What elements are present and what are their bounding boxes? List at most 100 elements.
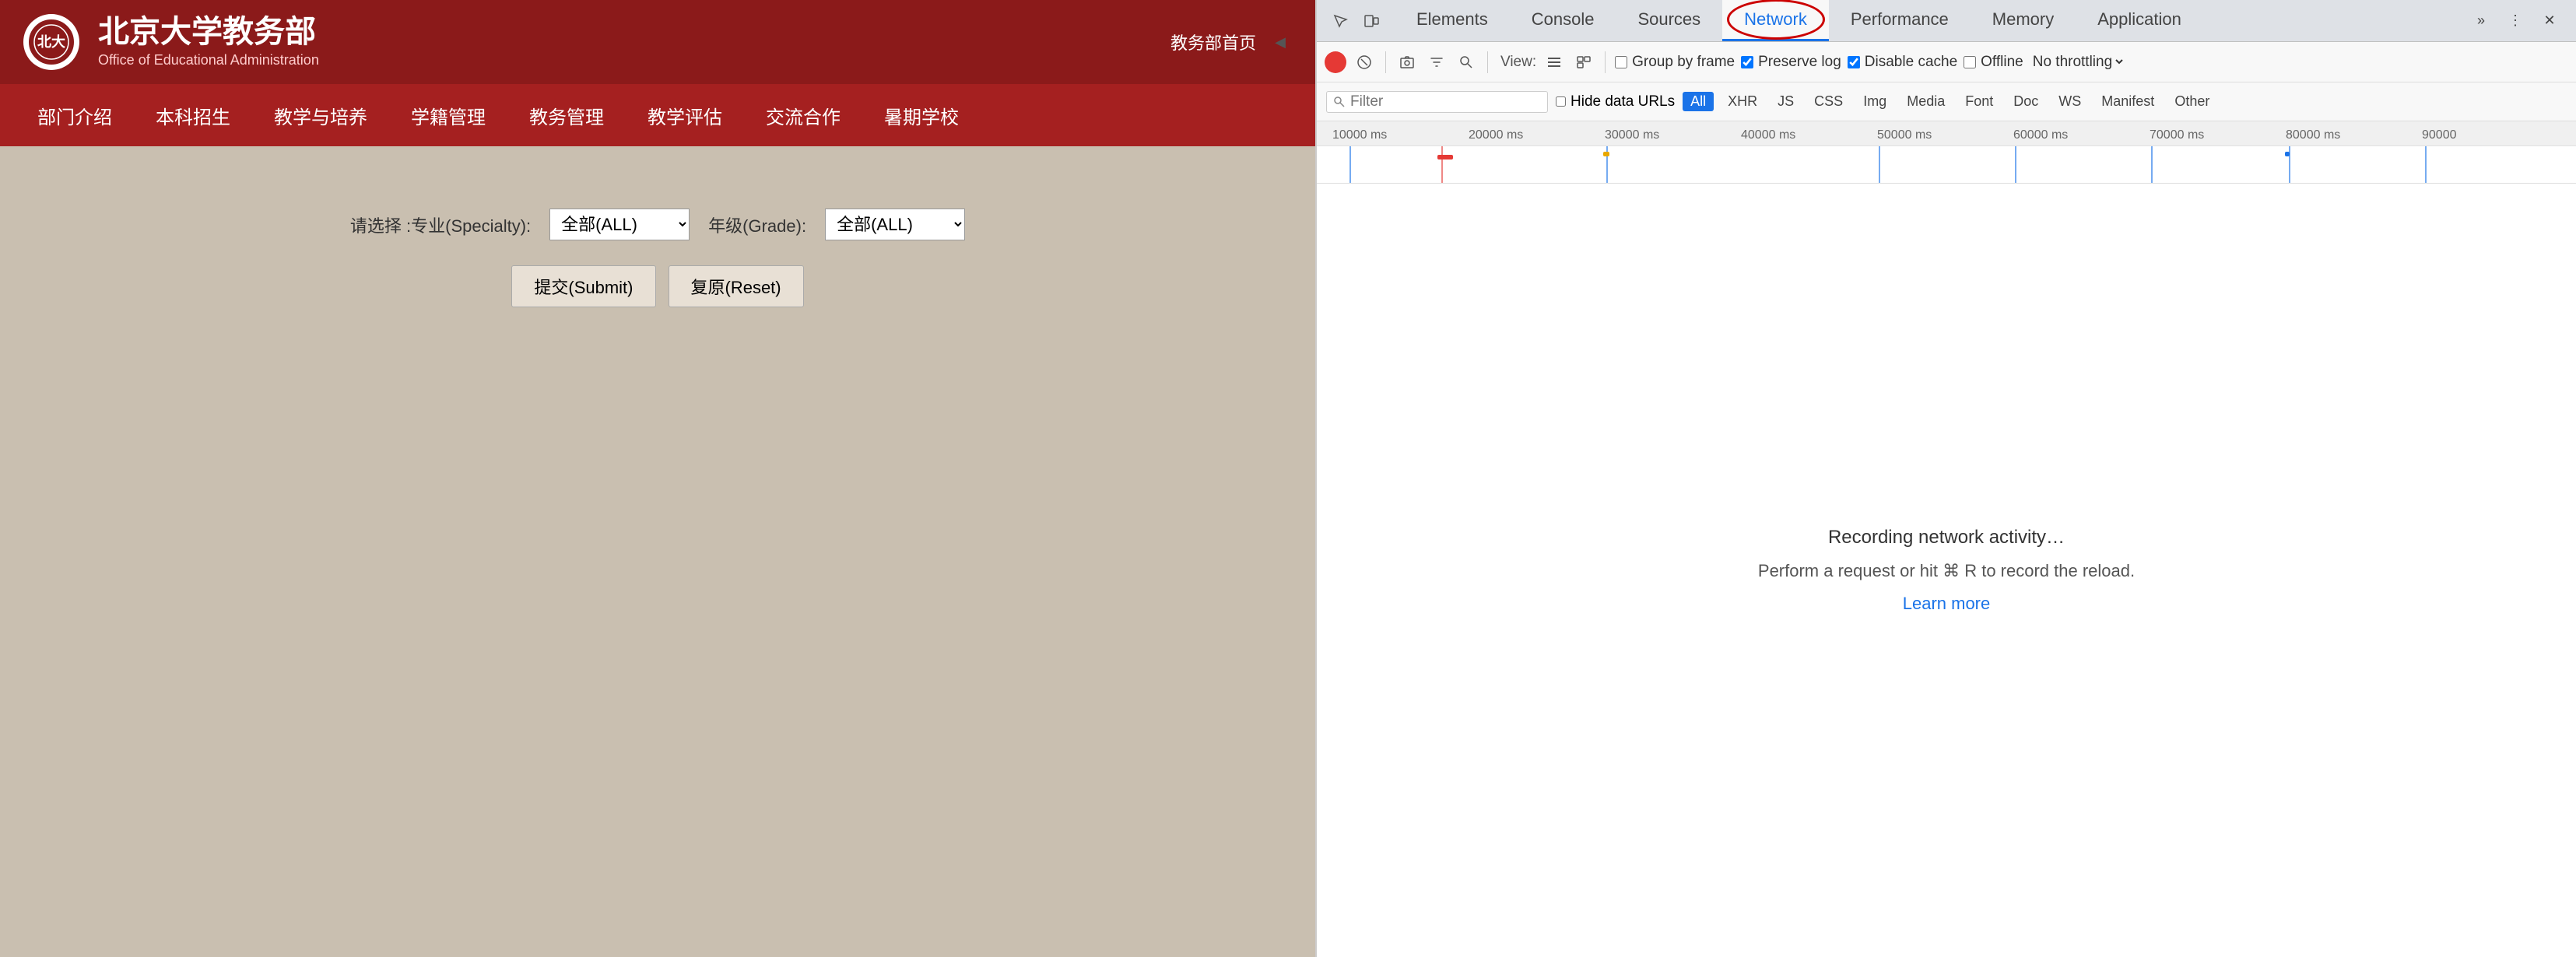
site-nav: 部门介绍 本科招生 教学与培养 学籍管理 教务管理 教学评估 交流合作 暑期学校 bbox=[0, 84, 1315, 146]
filter-xhr[interactable]: XHR bbox=[1721, 92, 1764, 111]
learn-more-link[interactable]: Learn more bbox=[1903, 594, 1991, 614]
filter-font[interactable]: Font bbox=[1959, 92, 1999, 111]
nav-item-eval[interactable]: 教学评估 bbox=[626, 84, 744, 146]
clear-icon[interactable] bbox=[1353, 51, 1376, 74]
tick-50000: 50000 ms bbox=[1877, 128, 1932, 142]
waterfall-line-5 bbox=[2015, 146, 2016, 184]
filter-all-btn[interactable]: All bbox=[1683, 92, 1714, 111]
tick-80000: 80000 ms bbox=[2286, 128, 2340, 142]
tab-icons bbox=[1317, 0, 1395, 41]
tick-10000: 10000 ms bbox=[1332, 128, 1387, 142]
timeline-waterfall bbox=[1317, 146, 2576, 184]
group-by-frame-checkbox[interactable] bbox=[1615, 56, 1627, 68]
filter-media[interactable]: Media bbox=[1900, 92, 1951, 111]
group-view-icon[interactable] bbox=[1572, 51, 1595, 74]
specialty-label: 请选择 :专业(Specialty): bbox=[350, 212, 531, 237]
tick-70000: 70000 ms bbox=[2150, 128, 2204, 142]
settings-icon[interactable]: ⋮ bbox=[2501, 7, 2529, 35]
waterfall-bar-2 bbox=[1603, 152, 1609, 156]
list-view-icon[interactable] bbox=[1542, 51, 1566, 74]
tab-memory[interactable]: Memory bbox=[1971, 0, 2076, 41]
tick-30000: 30000 ms bbox=[1605, 128, 1659, 142]
tab-sources[interactable]: Sources bbox=[1616, 0, 1722, 41]
filter-bar: Hide data URLs All XHR JS CSS Img Media … bbox=[1317, 82, 2576, 121]
waterfall-line-8 bbox=[2425, 146, 2427, 184]
filter-doc[interactable]: Doc bbox=[2007, 92, 2044, 111]
site-title-en: Office of Educational Administration bbox=[98, 51, 319, 70]
submit-button[interactable]: 提交(Submit) bbox=[511, 265, 655, 307]
site-content: 请选择 :专业(Specialty): 全部(ALL) 年级(Grade): 全… bbox=[0, 146, 1315, 957]
waterfall-line-6 bbox=[2151, 146, 2153, 184]
view-label: View: bbox=[1500, 54, 1536, 71]
grade-label: 年级(Grade): bbox=[708, 212, 806, 237]
waterfall-bar-3 bbox=[2285, 152, 2290, 156]
devtools-tabs: Elements Console Sources Network Perform… bbox=[1317, 0, 2576, 42]
website-panel: 北大 北京大学教务部 Office of Educational Adminis… bbox=[0, 0, 1315, 957]
filter-manifest[interactable]: Manifest bbox=[2095, 92, 2160, 111]
filter-other[interactable]: Other bbox=[2168, 92, 2216, 111]
nav-item-exchange[interactable]: 交流合作 bbox=[744, 84, 862, 146]
filter-js[interactable]: JS bbox=[1771, 92, 1800, 111]
filter-img[interactable]: Img bbox=[1857, 92, 1893, 111]
specialty-select[interactable]: 全部(ALL) bbox=[549, 209, 690, 240]
timeline-ruler: 10000 ms 20000 ms 30000 ms 40000 ms 5000… bbox=[1317, 121, 2576, 146]
network-main: Recording network activity… Perform a re… bbox=[1317, 184, 2576, 957]
hide-data-urls-label[interactable]: Hide data URLs bbox=[1556, 93, 1675, 110]
nav-item-summer[interactable]: 暑期学校 bbox=[862, 84, 981, 146]
tab-console[interactable]: Console bbox=[1510, 0, 1616, 41]
filter-input[interactable] bbox=[1350, 93, 1541, 110]
offline-checkbox[interactable] bbox=[1964, 56, 1976, 68]
toolbar-sep-3 bbox=[1605, 51, 1606, 73]
disable-cache-label[interactable]: Disable cache bbox=[1848, 54, 1957, 71]
devtools-panel: Elements Console Sources Network Perform… bbox=[1315, 0, 2576, 957]
reset-button[interactable]: 复原(Reset) bbox=[669, 265, 804, 307]
more-tabs-icon[interactable]: » bbox=[2467, 7, 2495, 35]
svg-text:北大: 北大 bbox=[37, 33, 65, 50]
header-back-icon[interactable]: ◀ bbox=[1269, 30, 1292, 54]
nav-item-dept[interactable]: 部门介绍 bbox=[16, 84, 134, 146]
record-button[interactable] bbox=[1325, 51, 1346, 73]
site-title-cn: 北京大学教务部 bbox=[98, 13, 319, 51]
camera-icon[interactable] bbox=[1395, 51, 1419, 74]
waterfall-line-4 bbox=[1879, 146, 1880, 184]
network-toolbar: View: Group by frame Preserve log Disabl… bbox=[1317, 42, 2576, 82]
disable-cache-checkbox[interactable] bbox=[1848, 56, 1860, 68]
inspect-icon[interactable] bbox=[1326, 7, 1354, 35]
preserve-log-label[interactable]: Preserve log bbox=[1741, 54, 1841, 71]
close-devtools-icon[interactable]: ✕ bbox=[2536, 7, 2564, 35]
site-title-block: 北京大学教务部 Office of Educational Administra… bbox=[98, 13, 319, 70]
nav-item-recruit[interactable]: 本科招生 bbox=[134, 84, 252, 146]
header-right: 教务部首页 ◀ bbox=[1170, 30, 1292, 54]
filter-icon[interactable] bbox=[1425, 51, 1448, 74]
nav-item-enrollment[interactable]: 学籍管理 bbox=[389, 84, 507, 146]
tab-application[interactable]: Application bbox=[2076, 0, 2203, 41]
filter-ws[interactable]: WS bbox=[2052, 92, 2087, 111]
device-toggle-icon[interactable] bbox=[1357, 7, 1385, 35]
waterfall-line-1 bbox=[1349, 146, 1351, 184]
btn-row: 提交(Submit) 复原(Reset) bbox=[511, 265, 803, 307]
filter-css[interactable]: CSS bbox=[1808, 92, 1849, 111]
search-icon[interactable] bbox=[1455, 51, 1478, 74]
toolbar-sep-1 bbox=[1385, 51, 1386, 73]
hide-data-urls-checkbox[interactable] bbox=[1556, 96, 1566, 107]
recording-text: Recording network activity… bbox=[1828, 527, 2065, 549]
tab-more: » ⋮ ✕ bbox=[2455, 0, 2576, 41]
nav-item-teaching[interactable]: 教学与培养 bbox=[252, 84, 389, 146]
tab-performance[interactable]: Performance bbox=[1829, 0, 1971, 41]
group-by-frame-label[interactable]: Group by frame bbox=[1615, 54, 1735, 71]
preserve-log-checkbox[interactable] bbox=[1741, 56, 1753, 68]
toolbar-sep-2 bbox=[1487, 51, 1488, 73]
waterfall-line-2 bbox=[1441, 146, 1443, 184]
header-home-link[interactable]: 教务部首页 bbox=[1170, 30, 1256, 54]
nav-item-affairs[interactable]: 教务管理 bbox=[507, 84, 626, 146]
site-header: 北大 北京大学教务部 Office of Educational Adminis… bbox=[0, 0, 1315, 84]
offline-label[interactable]: Offline bbox=[1964, 54, 2023, 71]
tick-90000: 90000 bbox=[2422, 128, 2457, 142]
tick-40000: 40000 ms bbox=[1741, 128, 1795, 142]
throttle-select[interactable]: No throttling bbox=[2030, 53, 2125, 71]
tab-elements[interactable]: Elements bbox=[1395, 0, 1510, 41]
tab-network[interactable]: Network bbox=[1722, 0, 1829, 41]
grade-select[interactable]: 全部(ALL) bbox=[825, 209, 965, 240]
site-logo: 北大 bbox=[23, 14, 79, 70]
tick-20000: 20000 ms bbox=[1469, 128, 1523, 142]
